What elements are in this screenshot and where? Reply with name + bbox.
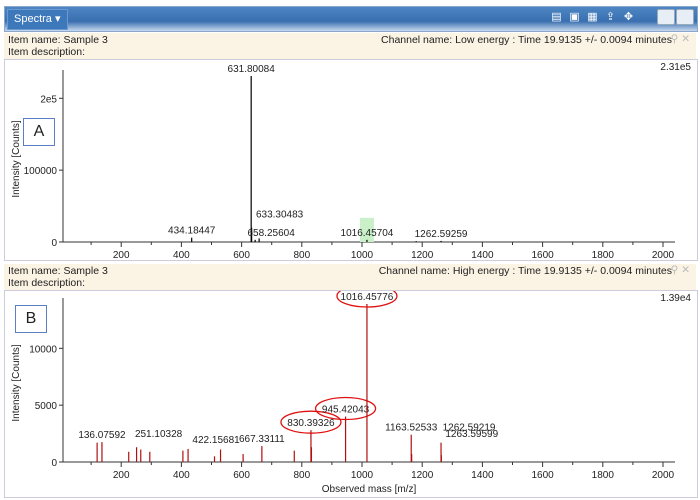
- item-name: Item name: Sample 3: [8, 34, 108, 46]
- close-icon[interactable]: ⚲ ✕: [671, 264, 690, 276]
- export-icon[interactable]: ⇪: [604, 11, 617, 24]
- peak-label: 1263.59599: [445, 429, 498, 440]
- peak-label: 136.07592: [78, 430, 126, 441]
- peak-label: 1163.52533: [385, 423, 438, 434]
- y-tick-label: 5000: [35, 401, 58, 412]
- y-tick-label: 10000: [29, 344, 57, 355]
- x-tick-label: 1600: [531, 250, 554, 260]
- max-intensity-label: 1.39e4: [660, 293, 691, 304]
- x-tick-label: 800: [293, 250, 310, 260]
- peak-label: 830.39326: [287, 418, 335, 429]
- x-tick-label: 2000: [652, 470, 675, 481]
- peak-label: 945.42043: [322, 405, 370, 416]
- peak-label: 422.15681: [192, 435, 240, 446]
- panel-label-a: A: [23, 118, 55, 146]
- x-tick-label: 1200: [411, 470, 434, 481]
- x-tick-label: 600: [233, 470, 250, 481]
- x-tick-label: 2000: [652, 250, 675, 260]
- pan-icon[interactable]: ✥: [622, 11, 635, 24]
- table-icon[interactable]: ▦: [586, 11, 599, 24]
- panel-b-header: Item name: Sample 3 Item description: Ch…: [4, 264, 696, 290]
- y-tick-label: 0: [51, 238, 57, 249]
- peak-label: 633.30483: [256, 210, 304, 221]
- x-axis-label: Observed mass [m/z]: [322, 484, 417, 495]
- item-name: Item name: Sample 3: [8, 265, 108, 277]
- peak-label: 251.10328: [135, 429, 183, 440]
- y-axis-label: Intensity [Counts]: [11, 120, 22, 197]
- spectrum-panel-a: 200 400 600 800 1000 1200 1400 1600 1800 2000 0 100…: [4, 59, 698, 261]
- minimize-button[interactable]: [657, 9, 675, 25]
- x-tick-label: 1000: [351, 470, 374, 481]
- peak-label: 667.33111: [239, 434, 285, 445]
- close-icon[interactable]: ⚲ ✕: [671, 33, 690, 45]
- x-tick-label: 1600: [531, 470, 554, 481]
- max-intensity-label: 2.31e5: [660, 62, 691, 73]
- channel-name: Channel name: High energy : Time 19.9135…: [378, 265, 672, 277]
- copy-icon[interactable]: ▤: [550, 11, 563, 24]
- x-tick-label: 400: [173, 250, 190, 260]
- peak-label: 1016.45776: [341, 292, 394, 303]
- x-tick-label: 1400: [471, 470, 494, 481]
- peak-label: 631.80084: [228, 64, 276, 75]
- x-tick-label: 600: [233, 250, 250, 260]
- item-description: Item description:: [8, 46, 86, 58]
- zoom-icon[interactable]: ▣: [568, 11, 581, 24]
- spectrum-chart-b[interactable]: 200 400 600 800 1000 1200 1400 1600 1800 2000 0 500…: [5, 284, 697, 497]
- peak-label: 658.25604: [247, 228, 295, 239]
- x-tick-label: 200: [113, 250, 130, 260]
- panel-label-b: B: [15, 305, 47, 333]
- spectrum-panel-b: 200 400 600 800 1000 1200 1400 1600 1800 2000 0 500…: [4, 284, 698, 498]
- toolbar: Spectra ▾ ▤ ▣ ▦ ⇪ ✥: [4, 6, 698, 32]
- x-tick-label: 800: [293, 470, 310, 481]
- x-tick-label: 1800: [592, 250, 615, 260]
- y-tick-label: 2e5: [40, 94, 57, 105]
- x-tick-label: 1200: [411, 250, 434, 260]
- peak-label: 1016.45704: [341, 228, 394, 239]
- peak-label: 434.18447: [168, 226, 216, 237]
- x-tick-label: 400: [173, 470, 190, 481]
- item-description: Item description:: [8, 277, 86, 289]
- y-tick-label: 0: [51, 458, 57, 469]
- panel-a-header: Item name: Sample 3 Item description: Ch…: [4, 33, 696, 59]
- peak-label: 1262.59259: [415, 229, 468, 240]
- x-tick-label: 1800: [592, 470, 615, 481]
- x-tick-label: 1400: [471, 250, 494, 260]
- maximize-button[interactable]: [676, 9, 694, 25]
- channel-name: Channel name: Low energy : Time 19.9135 …: [381, 34, 672, 46]
- spectrum-chart-a[interactable]: 200 400 600 800 1000 1200 1400 1600 1800 2000 0 100…: [5, 60, 697, 261]
- y-tick-label: 100000: [24, 166, 58, 177]
- spectra-menu[interactable]: Spectra ▾: [7, 9, 68, 30]
- x-tick-label: 1000: [351, 250, 374, 260]
- x-tick-label: 200: [113, 470, 130, 481]
- y-axis-label: Intensity [Counts]: [11, 344, 22, 421]
